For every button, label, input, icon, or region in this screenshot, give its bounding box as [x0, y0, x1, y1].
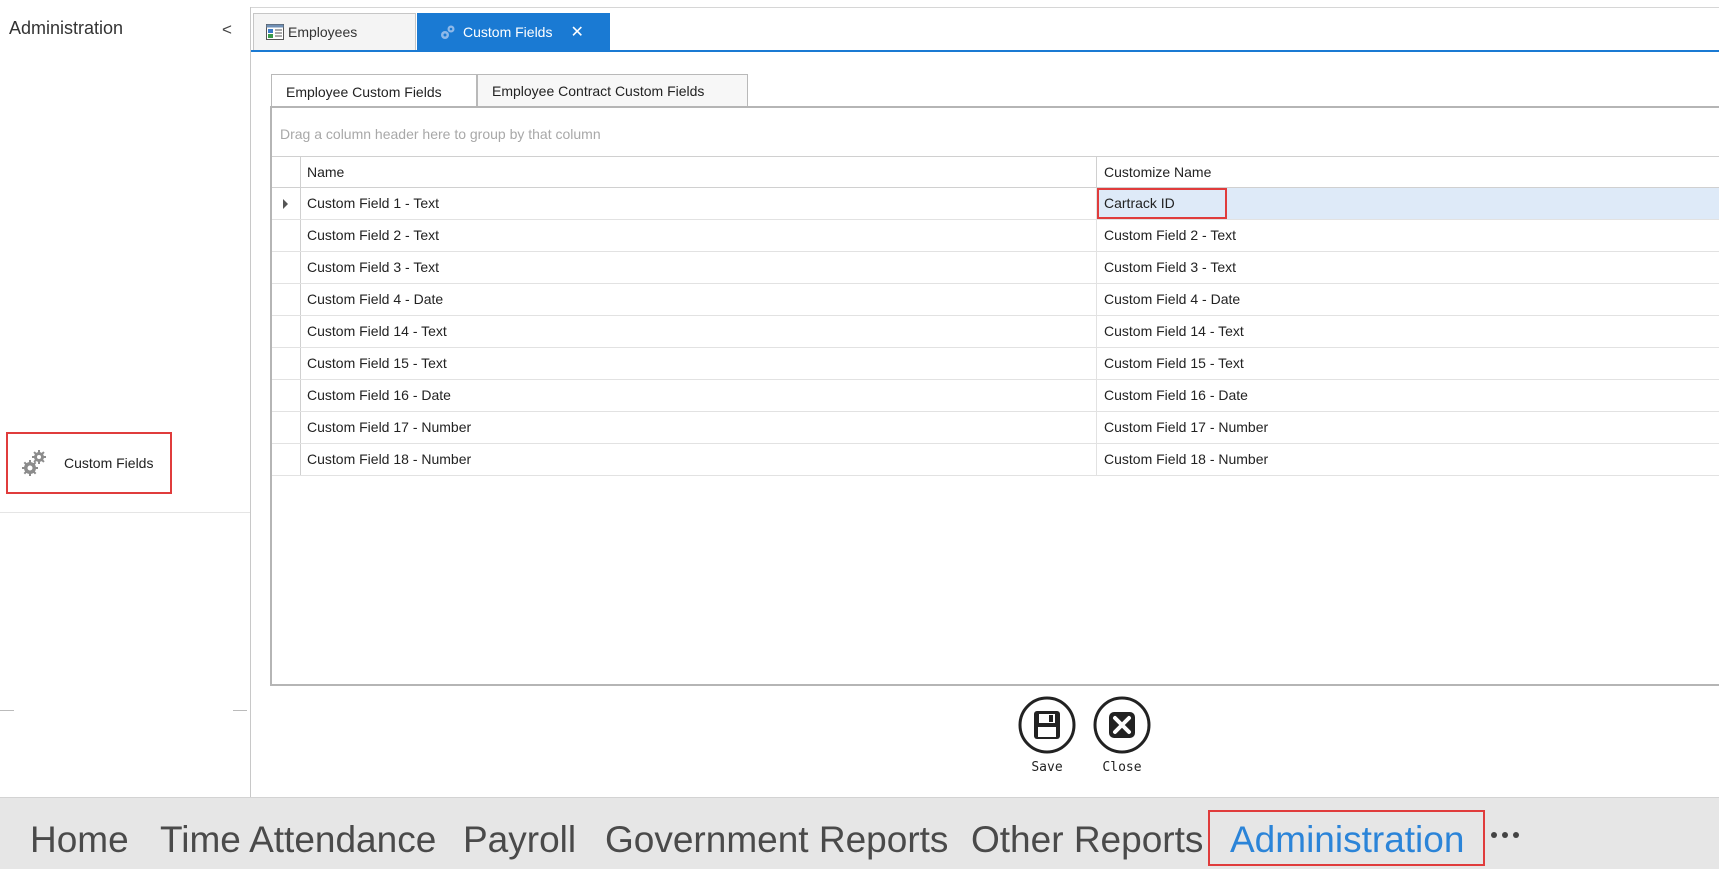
- cell-customize-name[interactable]: Custom Field 4 - Date: [1098, 284, 1719, 315]
- bottom-ribbon-nav: Home Time Attendance Payroll Government …: [0, 797, 1719, 869]
- cell-name: Custom Field 4 - Date: [301, 284, 1097, 315]
- close-button[interactable]: Close: [1090, 696, 1154, 775]
- table-row[interactable]: Custom Field 3 - Text Custom Field 3 - T…: [272, 252, 1719, 284]
- employees-grid-icon: [266, 24, 284, 40]
- row-indicator: [272, 412, 301, 443]
- row-indicator: [272, 188, 301, 219]
- grid-header: Name Customize Name: [272, 156, 1719, 188]
- tab-employee-custom-fields[interactable]: Employee Custom Fields: [271, 74, 477, 108]
- row-indicator: [272, 316, 301, 347]
- cell-customize-name[interactable]: Custom Field 2 - Text: [1098, 220, 1719, 251]
- cell-customize-name[interactable]: Custom Field 16 - Date: [1098, 380, 1719, 411]
- row-indicator-header: [272, 157, 301, 187]
- table-row[interactable]: Custom Field 15 - Text Custom Field 15 -…: [272, 348, 1719, 380]
- ribbon-item-home[interactable]: Home: [30, 818, 129, 862]
- cell-customize-name[interactable]: Custom Field 15 - Text: [1098, 348, 1719, 379]
- cell-name: Custom Field 17 - Number: [301, 412, 1097, 443]
- row-indicator: [272, 380, 301, 411]
- cell-customize-name[interactable]: Custom Field 18 - Number: [1098, 444, 1719, 475]
- cell-name: Custom Field 16 - Date: [301, 380, 1097, 411]
- row-indicator: [272, 284, 301, 315]
- cell-name: Custom Field 2 - Text: [301, 220, 1097, 251]
- tab-employee-contract-custom-fields[interactable]: Employee Contract Custom Fields: [477, 74, 748, 107]
- sidebar-divider: [233, 710, 247, 711]
- column-header-name[interactable]: Name: [301, 157, 1097, 187]
- tab-strip-underline: [251, 50, 1719, 52]
- table-row[interactable]: Custom Field 1 - Text Cartrack ID: [272, 188, 1719, 220]
- column-header-customize-name[interactable]: Customize Name: [1098, 157, 1719, 187]
- close-icon: [1093, 696, 1151, 754]
- save-label: Save: [1031, 760, 1063, 775]
- tab-employees[interactable]: Employees: [253, 13, 416, 50]
- table-row[interactable]: Custom Field 2 - Text Custom Field 2 - T…: [272, 220, 1719, 252]
- sidebar-item-custom-fields[interactable]: Custom Fields: [6, 432, 172, 494]
- table-row[interactable]: Custom Field 16 - Date Custom Field 16 -…: [272, 380, 1719, 412]
- ribbon-item-other-reports[interactable]: Other Reports: [971, 818, 1203, 862]
- tab-label: Employees: [288, 24, 358, 40]
- close-tab-icon[interactable]: ✕: [570, 22, 583, 42]
- sidebar: Administration < Custom Fields: [0, 7, 250, 797]
- gears-icon: [22, 450, 46, 476]
- sidebar-divider: [0, 512, 250, 513]
- focused-row-arrow-icon: [283, 199, 288, 209]
- save-button[interactable]: Save: [1015, 696, 1079, 775]
- ribbon-item-payroll[interactable]: Payroll: [463, 818, 576, 862]
- ribbon-highlight-box: [1208, 810, 1485, 866]
- gears-icon: [441, 25, 455, 39]
- collapse-sidebar-button[interactable]: <: [222, 20, 232, 40]
- sidebar-item-label: Custom Fields: [64, 455, 154, 471]
- sidebar-border: [250, 7, 251, 797]
- table-row[interactable]: Custom Field 14 - Text Custom Field 14 -…: [272, 316, 1719, 348]
- cell-highlight-box: [1097, 188, 1227, 219]
- tab-label: Custom Fields: [463, 23, 553, 40]
- cell-name: Custom Field 15 - Text: [301, 348, 1097, 379]
- more-dots-icon[interactable]: [1491, 832, 1519, 838]
- row-indicator: [272, 252, 301, 283]
- cell-name: Custom Field 14 - Text: [301, 316, 1097, 347]
- cell-name: Custom Field 18 - Number: [301, 444, 1097, 475]
- document-tabs: Employees Custom Fields ✕: [251, 10, 1719, 52]
- cell-customize-name[interactable]: Custom Field 14 - Text: [1098, 316, 1719, 347]
- top-border: [0, 0, 1719, 8]
- ribbon-item-time-attendance[interactable]: Time Attendance: [160, 818, 436, 862]
- table-row[interactable]: Custom Field 18 - Number Custom Field 18…: [272, 444, 1719, 476]
- cell-name: Custom Field 3 - Text: [301, 252, 1097, 283]
- custom-fields-grid: Drag a column header here to group by th…: [270, 106, 1719, 686]
- table-row[interactable]: Custom Field 4 - Date Custom Field 4 - D…: [272, 284, 1719, 316]
- sidebar-title: Administration: [9, 18, 124, 38]
- cell-name: Custom Field 1 - Text: [301, 188, 1097, 219]
- close-label: Close: [1102, 760, 1142, 775]
- cell-customize-name[interactable]: Custom Field 3 - Text: [1098, 252, 1719, 283]
- group-by-panel[interactable]: Drag a column header here to group by th…: [272, 108, 1719, 156]
- row-indicator: [272, 220, 301, 251]
- ribbon-item-government-reports[interactable]: Government Reports: [605, 818, 948, 862]
- cell-customize-name[interactable]: Custom Field 17 - Number: [1098, 412, 1719, 443]
- row-indicator: [272, 348, 301, 379]
- table-row[interactable]: Custom Field 17 - Number Custom Field 17…: [272, 412, 1719, 444]
- row-indicator: [272, 444, 301, 475]
- save-icon: [1018, 696, 1076, 754]
- sidebar-divider: [0, 710, 14, 711]
- tab-custom-fields[interactable]: Custom Fields ✕: [417, 13, 610, 50]
